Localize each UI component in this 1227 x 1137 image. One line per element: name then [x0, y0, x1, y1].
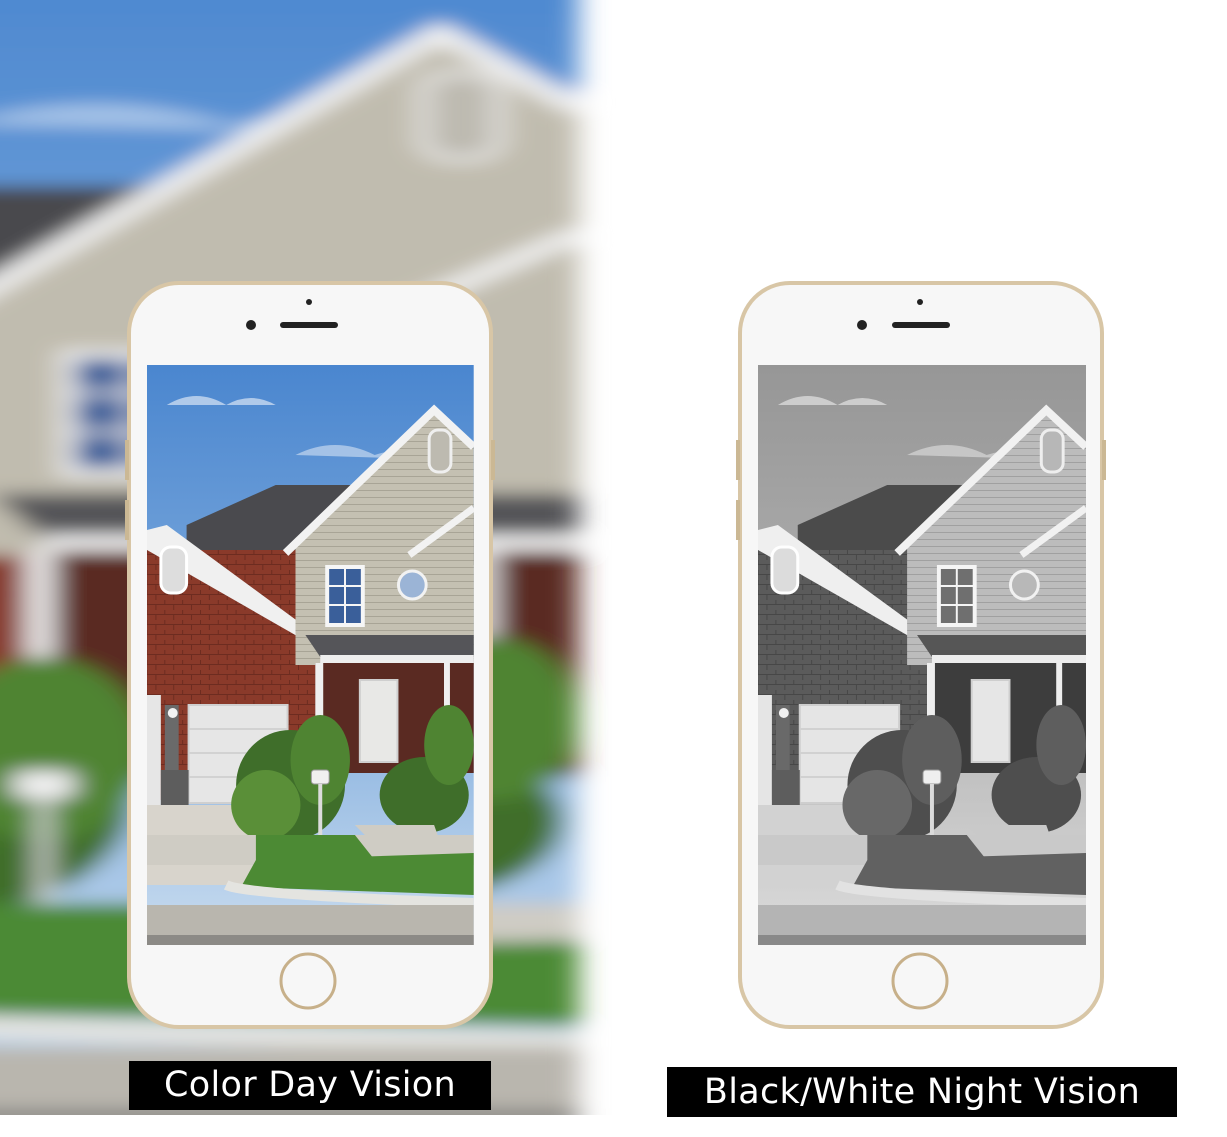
- product-image: Color Day Vision Black/White Night Visio…: [0, 0, 1227, 1137]
- sensor-icon: [246, 320, 256, 330]
- caption-day-vision: Color Day Vision: [129, 1061, 491, 1110]
- bottom-strip: [0, 1115, 1227, 1137]
- caption-night-vision: Black/White Night Vision: [667, 1067, 1177, 1117]
- house-scene: [0, 0, 1227, 1137]
- phone-right: [736, 281, 1106, 1029]
- earpiece-icon: [892, 322, 950, 328]
- phone-left-screen: [147, 365, 474, 945]
- phone-left: [125, 281, 495, 1029]
- sensor-icon: [857, 320, 867, 330]
- front-camera-icon: [306, 299, 312, 305]
- phone-right-screen: [758, 365, 1086, 945]
- front-camera-icon: [917, 299, 923, 305]
- earpiece-icon: [280, 322, 338, 328]
